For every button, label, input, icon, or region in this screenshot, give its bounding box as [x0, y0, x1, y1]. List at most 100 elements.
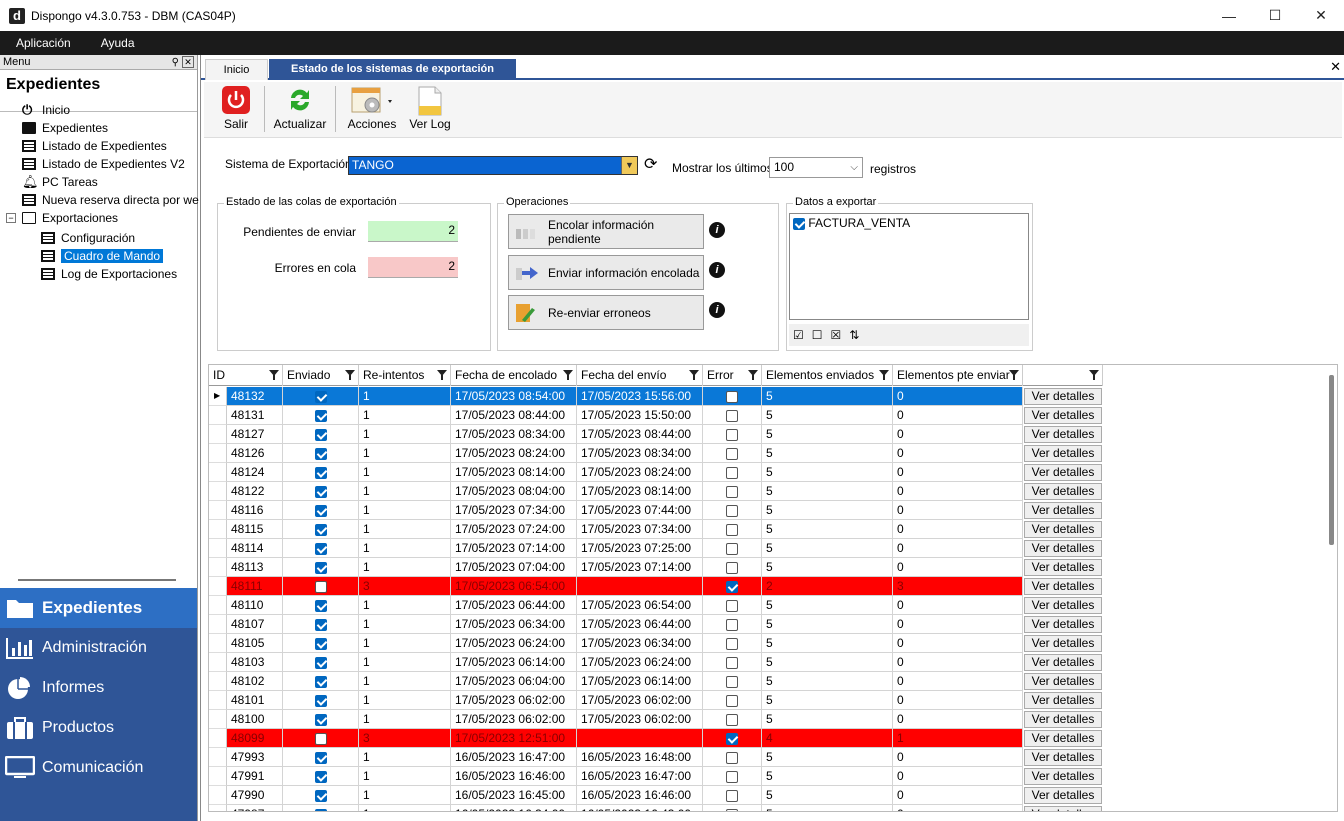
- tree-item-exportaciones[interactable]: − Exportaciones: [6, 209, 118, 226]
- checkbox[interactable]: [726, 447, 738, 460]
- row-header[interactable]: [209, 425, 227, 444]
- checkbox[interactable]: [726, 694, 738, 707]
- column-header[interactable]: Enviado: [283, 365, 359, 386]
- table-row[interactable]: 47990 1 16/05/2023 16:45:00 16/05/2023 16:4…: [209, 786, 1103, 805]
- filter-icon[interactable]: [689, 370, 699, 380]
- checkbox[interactable]: [314, 504, 327, 517]
- checkbox[interactable]: [314, 561, 327, 574]
- close-panel-icon[interactable]: ✕: [182, 56, 194, 68]
- filter-icon[interactable]: [437, 370, 447, 380]
- uncheck-all-icon[interactable]: ☐: [812, 328, 823, 342]
- ver-detalles-button[interactable]: Ver detalles: [1024, 711, 1102, 728]
- row-header[interactable]: [209, 501, 227, 520]
- filter-icon[interactable]: [345, 370, 355, 380]
- checkbox[interactable]: [314, 675, 327, 688]
- tab-inicio[interactable]: Inicio: [205, 59, 268, 80]
- row-header[interactable]: [209, 786, 227, 805]
- band-administracion[interactable]: Administración: [0, 628, 197, 668]
- table-row[interactable]: 48115 1 17/05/2023 07:24:00 17/05/2023 07:3…: [209, 520, 1103, 539]
- ver-detalles-button[interactable]: Ver detalles: [1024, 616, 1102, 633]
- row-header[interactable]: [209, 710, 227, 729]
- checkbox[interactable]: [726, 561, 738, 574]
- tree-item-configuracion[interactable]: Configuración: [41, 229, 135, 246]
- table-row[interactable]: 48105 1 17/05/2023 06:24:00 17/05/2023 06:3…: [209, 634, 1103, 653]
- close-tab-icon[interactable]: ✕: [1330, 59, 1341, 75]
- tree-item-expedientes[interactable]: Expedientes: [22, 119, 108, 136]
- actualizar-button[interactable]: Actualizar: [270, 84, 330, 136]
- ver-detalles-button[interactable]: Ver detalles: [1024, 521, 1102, 538]
- dropdown-arrow-icon[interactable]: ▼: [621, 157, 637, 174]
- checkbox[interactable]: [726, 580, 738, 593]
- ver-detalles-button[interactable]: Ver detalles: [1024, 540, 1102, 557]
- checkbox[interactable]: [314, 694, 327, 707]
- checkbox[interactable]: [726, 390, 738, 403]
- table-row[interactable]: 48126 1 17/05/2023 08:24:00 17/05/2023 08:3…: [209, 444, 1103, 463]
- table-row[interactable]: 47987 116/05/2023 16:34:0016/05/2023 16:4…: [209, 805, 1103, 811]
- ver-detalles-button[interactable]: Ver detalles: [1024, 635, 1102, 652]
- checkbox[interactable]: [314, 637, 327, 650]
- checkbox[interactable]: [314, 808, 327, 811]
- filter-icon[interactable]: [563, 370, 573, 380]
- row-header[interactable]: [209, 596, 227, 615]
- checkbox[interactable]: [726, 485, 738, 498]
- band-comunicacion[interactable]: Comunicación: [0, 748, 197, 788]
- row-header[interactable]: [209, 748, 227, 767]
- ver-detalles-button[interactable]: Ver detalles: [1024, 654, 1102, 671]
- checkbox[interactable]: [314, 580, 327, 593]
- info-icon[interactable]: i: [709, 302, 725, 318]
- ver-detalles-button[interactable]: Ver detalles: [1024, 502, 1102, 519]
- close-window-button[interactable]: ✕: [1298, 0, 1344, 31]
- row-header[interactable]: [209, 615, 227, 634]
- row-header[interactable]: ▶: [209, 387, 227, 406]
- ver-detalles-button[interactable]: Ver detalles: [1024, 445, 1102, 462]
- refresh-sistema-icon[interactable]: ⟳: [644, 156, 660, 174]
- row-header[interactable]: [209, 482, 227, 501]
- ver-detalles-button[interactable]: Ver detalles: [1024, 749, 1102, 766]
- ver-detalles-button[interactable]: Ver detalles: [1024, 768, 1102, 785]
- table-row[interactable]: 48114 1 17/05/2023 07:14:00 17/05/2023 07:2…: [209, 539, 1103, 558]
- tab-estado-exportacion[interactable]: Estado de los sistemas de exportación: [269, 59, 516, 80]
- checkbox[interactable]: [726, 637, 738, 650]
- menu-aplicacion[interactable]: Aplicación: [16, 36, 71, 50]
- column-header[interactable]: ID: [209, 365, 283, 386]
- salir-button[interactable]: Salir: [214, 84, 258, 136]
- filter-icon[interactable]: [269, 370, 279, 380]
- column-header[interactable]: Re-intentos: [359, 365, 451, 386]
- mostrar-ultimos-select[interactable]: 100 ⌵: [769, 157, 863, 178]
- checkbox[interactable]: [726, 409, 738, 422]
- table-row[interactable]: 48110 1 17/05/2023 06:44:00 17/05/2023 06:5…: [209, 596, 1103, 615]
- row-header[interactable]: [209, 634, 227, 653]
- checkbox[interactable]: [726, 789, 738, 802]
- checkbox[interactable]: [314, 428, 327, 441]
- checkbox[interactable]: [314, 770, 327, 783]
- list-item[interactable]: FACTURA_VENTA: [790, 214, 1028, 232]
- checkbox[interactable]: [726, 523, 738, 536]
- column-header[interactable]: Fecha de encolado: [451, 365, 577, 386]
- column-header[interactable]: Elementos pte enviar: [893, 365, 1023, 386]
- ver-detalles-button[interactable]: Ver detalles: [1024, 464, 1102, 481]
- checkbox[interactable]: [793, 217, 805, 230]
- row-header[interactable]: [209, 805, 227, 811]
- row-header[interactable]: [209, 444, 227, 463]
- ver-log-button[interactable]: Ver Log: [408, 84, 452, 136]
- table-row[interactable]: 48122 1 17/05/2023 08:04:00 17/05/2023 08:1…: [209, 482, 1103, 501]
- tree-item-listado[interactable]: Listado de Expedientes: [22, 137, 167, 154]
- menu-ayuda[interactable]: Ayuda: [101, 36, 135, 50]
- row-header[interactable]: [209, 577, 227, 596]
- table-row[interactable]: ▶ 48132 1 17/05/2023 08:54:00 17/05/2023 15:…: [209, 387, 1103, 406]
- reenviar-button[interactable]: Re-enviar erroneos: [508, 295, 704, 330]
- checkbox[interactable]: [314, 618, 327, 631]
- checkbox[interactable]: [314, 447, 327, 460]
- column-header[interactable]: Fecha del envío: [577, 365, 703, 386]
- checkbox[interactable]: [314, 485, 327, 498]
- checkbox[interactable]: [726, 504, 738, 517]
- ver-detalles-button[interactable]: Ver detalles: [1024, 730, 1102, 747]
- panel-splitter[interactable]: [18, 579, 176, 581]
- checkbox[interactable]: [726, 713, 738, 726]
- table-row[interactable]: 48103 1 17/05/2023 06:14:00 17/05/2023 06:2…: [209, 653, 1103, 672]
- sort-icon[interactable]: ⇅: [849, 328, 859, 342]
- table-row[interactable]: 48101 1 17/05/2023 06:02:00 17/05/2023 06:0…: [209, 691, 1103, 710]
- checkbox[interactable]: [314, 751, 327, 764]
- row-header[interactable]: [209, 539, 227, 558]
- ver-detalles-button[interactable]: Ver detalles: [1024, 483, 1102, 500]
